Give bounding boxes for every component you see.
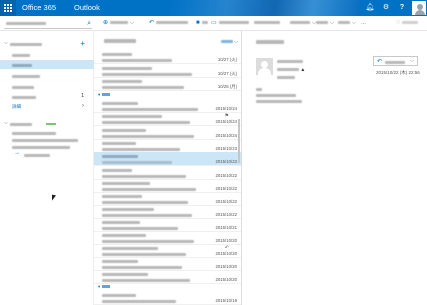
delete-icon: ■: [196, 20, 200, 26]
list-item[interactable]: 2015/10/21: [94, 218, 241, 232]
more-link[interactable]: 詳細: [12, 104, 21, 110]
filter-button[interactable]: ⌵: [220, 39, 238, 45]
archive-icon: ▭: [211, 20, 217, 26]
list-item[interactable]: 10/27 (火): [94, 50, 241, 64]
status-badge: [46, 123, 56, 125]
move-button[interactable]: ⌵: [290, 20, 316, 27]
chevron-down-icon[interactable]: ⌵: [410, 58, 414, 64]
list-item[interactable]: 2015/10/24: [94, 126, 241, 140]
reading-pane: ▲ ↶ ⌵ 2015/10/22 (木) 22:56: [243, 31, 427, 305]
ellipsis-icon[interactable]: …: [361, 20, 366, 27]
search-icon[interactable]: ⌕: [87, 19, 91, 28]
undo-button[interactable]: ♡: [396, 20, 419, 27]
chevron-right-icon: ›: [82, 103, 84, 109]
list-item[interactable]: ↶ 2015/10/20: [94, 244, 241, 258]
command-bar: ⌕ ⊕ ⌵ ↶ ■ ▭ ⌵ ⌵ ⌵ … ♡: [0, 16, 427, 31]
discover-groups[interactable]: →: [0, 150, 94, 159]
reply-icon: ↶: [149, 20, 155, 26]
more-folders[interactable]: 詳細 ›: [0, 102, 94, 111]
group-header: ▾: [98, 92, 111, 98]
delete-button[interactable]: ■: [196, 20, 208, 27]
arrow-right-icon: →: [14, 150, 20, 156]
new-button[interactable]: ⊕ ⌵: [103, 20, 134, 27]
list-item[interactable]: 2015/10/22: [94, 192, 241, 206]
list-item[interactable]: 2015/10/20: [94, 257, 241, 271]
waffle-icon[interactable]: [0, 0, 16, 16]
list-item[interactable]: 2015/10/23: [94, 139, 241, 153]
sweep-button[interactable]: [254, 20, 280, 27]
avatar[interactable]: [411, 0, 427, 16]
groups-header[interactable]: ⌵: [0, 119, 94, 128]
list-item[interactable]: ⚑ 2015/10/24: [94, 112, 241, 126]
list-item[interactable]: 2015/10/22: [94, 205, 241, 219]
reply-icon: ↶: [377, 59, 383, 65]
reply-button[interactable]: ↶ ⌵: [373, 56, 418, 66]
folder-item-4[interactable]: [0, 82, 94, 91]
scrollbar[interactable]: [238, 119, 240, 163]
list-item-selected[interactable]: 2015/10/23: [94, 152, 241, 166]
chevron-down-icon: ⌵: [4, 40, 8, 46]
folder-pane: ⌵ + 1 詳細 › ⌵ →: [0, 31, 94, 305]
list-header: ⌵: [94, 31, 242, 49]
recipient-line: [277, 75, 295, 81]
theme-banner: [170, 0, 360, 16]
search-input[interactable]: ⌕: [4, 19, 92, 29]
reply-button[interactable]: ↶: [149, 20, 189, 27]
list-item[interactable]: 10/27 (火): [94, 64, 241, 78]
message-subject: [256, 39, 284, 45]
sender-avatar[interactable]: [256, 58, 273, 75]
more-commands-button[interactable]: ⌵: [338, 20, 356, 27]
new-icon: ⊕: [103, 20, 109, 26]
list-item[interactable]: 2015/10/19: [94, 291, 241, 305]
favorites-header[interactable]: ⌵ +: [0, 39, 94, 48]
list-item[interactable]: 2015/10/24: [94, 99, 241, 113]
list-item[interactable]: 2015/10/22: [94, 166, 241, 180]
sender-name[interactable]: [277, 59, 303, 65]
categories-button[interactable]: ⌵: [316, 20, 334, 27]
plus-icon[interactable]: +: [80, 39, 85, 48]
help-icon[interactable]: ?: [393, 0, 411, 16]
list-item[interactable]: 10/26 (月): [94, 77, 241, 91]
suite-bar: Office 365 Outlook 🔔︎ ⚙ ?: [0, 0, 427, 16]
unread-count: 1: [81, 93, 84, 99]
archive-button[interactable]: ▭: [211, 20, 249, 27]
chevron-down-icon: ⌵: [4, 120, 8, 126]
list-item[interactable]: 2015/10/20: [94, 231, 241, 245]
message-list: ⌵ 10/27 (火) 10/27 (火) 10/26 (月) ▾ 2015/1…: [94, 31, 242, 305]
list-item[interactable]: 2015/10/20: [94, 270, 241, 284]
message-date: 2015/10/22 (木) 22:56: [376, 70, 420, 75]
app-title[interactable]: Outlook: [74, 3, 100, 13]
folder-item-1[interactable]: [0, 50, 94, 59]
sender-address: ▲: [277, 67, 305, 73]
message-body-line-3: [256, 99, 302, 105]
mouse-cursor: [52, 194, 56, 202]
folder-item-5[interactable]: 1: [0, 92, 94, 101]
chevron-down-icon: ⌵: [130, 20, 134, 26]
folder-item-3[interactable]: [0, 71, 94, 80]
list-item[interactable]: 2015/10/22: [94, 179, 241, 193]
product-title[interactable]: Office 365: [22, 3, 56, 13]
group-header: ▾: [98, 284, 111, 290]
folder-item-inbox[interactable]: [0, 60, 94, 69]
